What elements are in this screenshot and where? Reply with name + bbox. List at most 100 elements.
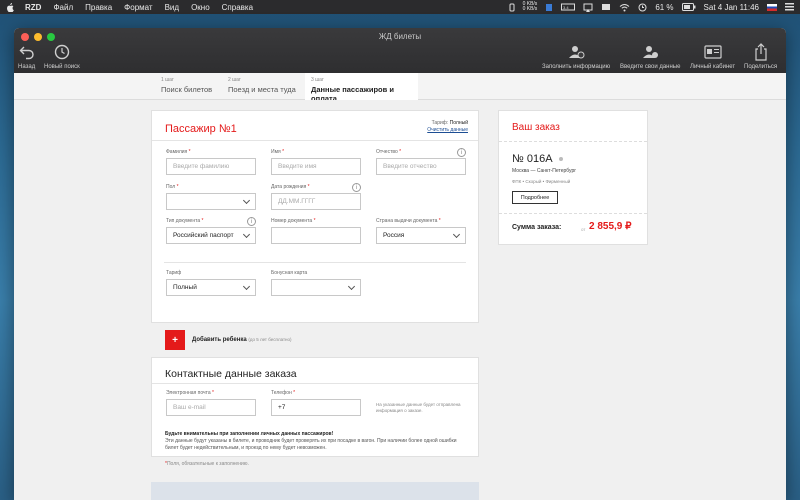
menu-window[interactable]: Окно (191, 3, 210, 12)
add-child-hint: (до 5 лет бесплатно) (248, 337, 292, 342)
clear-data-link[interactable]: Очистить данные (427, 127, 468, 134)
order-title: Ваш заказ (512, 122, 560, 133)
sex-select[interactable] (166, 193, 256, 210)
menu-view[interactable]: Вид (165, 3, 179, 12)
step-number: 2 шаг (228, 77, 241, 83)
patronymic-info-icon[interactable]: i (457, 148, 466, 157)
divider (152, 140, 478, 141)
battery-percent[interactable]: 61 % (655, 3, 673, 12)
clock-icon[interactable] (638, 3, 647, 12)
account-button[interactable]: Личный кабинет (690, 42, 735, 70)
wifi-icon[interactable] (619, 3, 630, 12)
divider (499, 213, 647, 214)
name-input[interactable]: Введите имя (271, 158, 361, 175)
passenger-card: Пассажир №1 Тариф: Полный Очистить данны… (151, 110, 479, 323)
add-child-label: Добавить ребенка (192, 337, 247, 343)
chevron-down-icon (347, 282, 356, 290)
screen-icon[interactable] (601, 3, 611, 12)
menu-edit[interactable]: Правка (85, 3, 112, 12)
enter-data-label: Введите свои данные (620, 64, 681, 70)
birthdate-info-icon[interactable]: i (352, 183, 361, 192)
titlebar: ЖД билеты Назад Новый поиск Заполнить ин… (14, 28, 786, 73)
country-select[interactable]: Россия (376, 227, 466, 244)
enter-data-button[interactable]: Введите свои данные (620, 42, 680, 70)
chevron-down-icon (242, 230, 251, 238)
train-route: Москва — Санкт-Петербург (512, 168, 577, 174)
warning-title: Будьте внимательны при заполнении личных… (165, 431, 334, 437)
phone-input[interactable]: +7 (271, 399, 361, 416)
patronymic-input[interactable]: Введите отчество (376, 158, 466, 175)
required-mark: * (307, 184, 310, 190)
step-number: 1 шаг (161, 77, 174, 83)
menubar-datetime[interactable]: Sat 4 Jan 11:46 (704, 3, 759, 12)
step-search[interactable]: 1 шаг Поиск билетов (155, 73, 221, 100)
menu-format[interactable]: Формат (124, 3, 152, 12)
fill-info-label: Заполнить информацию (542, 64, 611, 70)
steps-bar: 1 шаг Поиск билетов 2 шаг Поезд и места … (14, 73, 786, 103)
add-child-button[interactable]: + Добавить ребенка (до 5 лет бесплатно) (165, 330, 292, 350)
tariff-select[interactable]: Полный (166, 279, 256, 296)
account-label: Личный кабинет (690, 64, 736, 70)
vpn-icon[interactable] (509, 3, 515, 12)
back-button[interactable]: Назад (18, 42, 35, 70)
divider (164, 262, 466, 263)
battery-icon[interactable] (681, 3, 696, 11)
doc-type-select[interactable]: Российский паспорт (166, 227, 256, 244)
menu-app-name[interactable]: RZD (25, 3, 41, 12)
phone-label: Телефон (271, 390, 292, 396)
required-mark: * (293, 390, 296, 396)
window-title: ЖД билеты (378, 32, 422, 41)
required-mark: * (201, 218, 204, 224)
doc-type-field: Тип документа * Российский паспорт (166, 218, 256, 244)
sum-from: от (581, 227, 586, 232)
train-number-text: № 016А (512, 153, 553, 165)
country-field: Страна выдачи документа * Россия (376, 218, 466, 244)
step-train[interactable]: 2 шаг Поезд и места туда (222, 73, 304, 100)
birthdate-field: Дата рождения * ДД.ММ.ГГГГ (271, 184, 361, 210)
doc-number-input[interactable] (271, 227, 361, 244)
phone-field: Телефон * +7 (271, 390, 361, 416)
menu-file[interactable]: Файл (53, 3, 73, 12)
back-arrow-icon (19, 42, 35, 62)
new-search-button[interactable]: Новый поиск (44, 42, 80, 70)
surname-input[interactable]: Введите фамилию (166, 158, 256, 175)
birthdate-input[interactable]: ДД.ММ.ГГГГ (271, 193, 361, 210)
apple-icon[interactable] (6, 2, 15, 12)
id-card-icon (703, 42, 722, 62)
step-passengers[interactable]: 3 шаг Данные пассажиров и оплата (305, 73, 418, 103)
bottom-bar (151, 482, 479, 500)
email-input[interactable]: Ваш e-mail (166, 399, 256, 416)
tariff-label: Тариф: (431, 120, 449, 126)
patronymic-label: Отчество (376, 149, 398, 155)
sex-field: Пол * (166, 184, 256, 210)
monitor-icon[interactable]: 3.4 (561, 3, 576, 12)
name-label: Имя (271, 149, 281, 155)
surname-label: Фамилия (166, 149, 188, 155)
refresh-icon (54, 42, 70, 62)
page-content: Пассажир №1 Тариф: Полный Очистить данны… (14, 100, 786, 500)
cast-icon[interactable] (583, 3, 593, 12)
required-mark: * (399, 149, 402, 155)
menu-help[interactable]: Справка (222, 3, 253, 12)
details-button[interactable]: Подробнее (512, 191, 558, 204)
patronymic-field: Отчество * Введите отчество (376, 149, 466, 175)
app-window: ЖД билеты Назад Новый поиск Заполнить ин… (14, 28, 786, 500)
share-button[interactable]: Поделиться (744, 42, 777, 70)
memory-icon[interactable] (545, 3, 553, 12)
bonus-card-select[interactable] (271, 279, 361, 296)
doc-type-label: Тип документа (166, 218, 201, 224)
step-label: Поезд и места туда (228, 85, 296, 94)
sum-label: Сумма заказа: (512, 224, 562, 231)
menu-list-icon[interactable] (785, 3, 794, 11)
back-label: Назад (18, 64, 36, 70)
doc-type-info-icon[interactable]: i (247, 217, 256, 226)
contact-card: Контактные данные заказа Электронная поч… (151, 357, 479, 457)
train-number: № 016А (512, 153, 563, 165)
input-source-flag-icon[interactable] (767, 3, 777, 11)
network-speed: 0 KB/s 0 KB/s (522, 1, 538, 12)
fill-info-button[interactable]: Заполнить информацию (542, 42, 610, 70)
country-value: Россия (383, 232, 405, 239)
sum-value: 2 855,9 ₽ (589, 221, 632, 232)
new-search-label: Новый поиск (44, 64, 80, 70)
required-mark: * (188, 149, 191, 155)
